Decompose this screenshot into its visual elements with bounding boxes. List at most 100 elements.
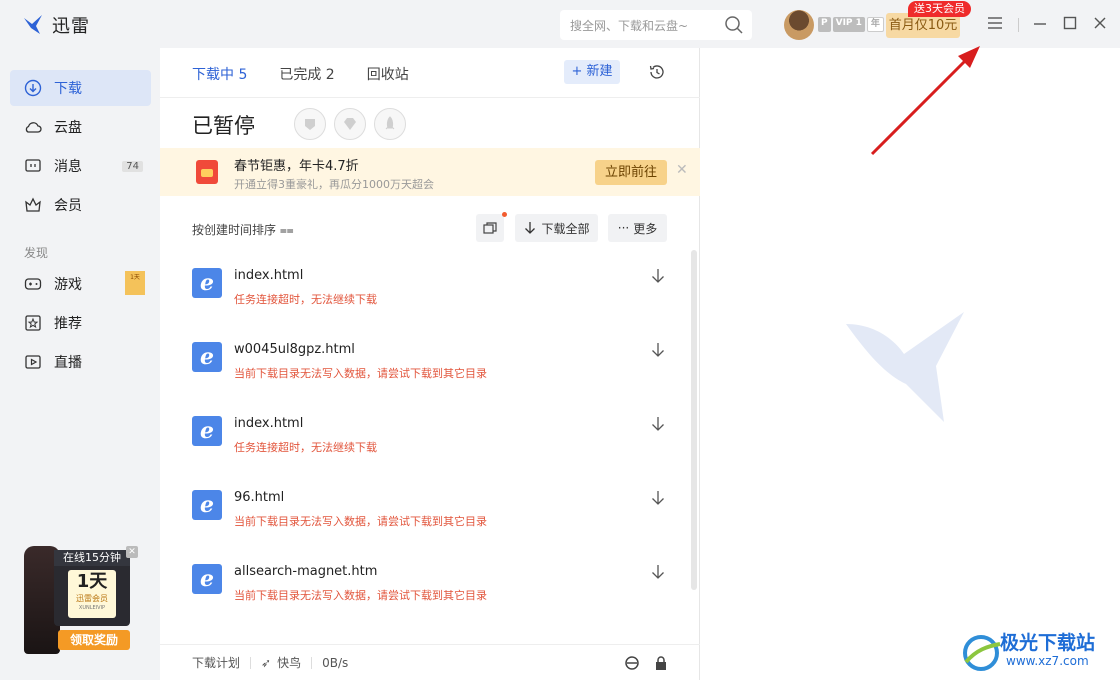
browser-ie-icon[interactable]: [624, 655, 640, 671]
sidebar-item-label: 游戏: [54, 277, 82, 293]
search-icon[interactable]: [724, 15, 744, 35]
file-name: allsearch-magnet.htm: [234, 564, 378, 579]
titlebar-divider: [1018, 18, 1019, 32]
error-message: 当前下载目录无法写入数据，请尝试下载到其它目录: [234, 589, 487, 602]
sidebar-item-label: 云盘: [54, 120, 82, 136]
vip-badge-year: 年: [866, 17, 884, 32]
ad-box: 在线15分钟 1天 迅雷会员 XUNLEIVIP: [54, 550, 130, 626]
list-scrollbar[interactable]: [691, 250, 697, 590]
tab-completed[interactable]: 已完成 2: [279, 64, 334, 84]
download-icon[interactable]: [650, 490, 666, 506]
game-promo-badge[interactable]: 1天: [125, 271, 145, 295]
watermark-logo-icon: [963, 635, 1001, 671]
message-icon: [25, 159, 41, 172]
sidebar-item-recommend[interactable]: 推荐: [10, 305, 151, 341]
download-all-label: 下载全部: [541, 221, 590, 236]
footer-tools: [624, 655, 668, 671]
tab-recycle-bin[interactable]: 回收站: [367, 64, 409, 84]
download-icon[interactable]: [650, 564, 666, 580]
download-icon[interactable]: [650, 342, 666, 358]
sidebar-item-cloud[interactable]: 云盘: [10, 109, 151, 145]
new-task-button[interactable]: + 新建: [564, 60, 620, 84]
ad-close-icon[interactable]: ✕: [126, 546, 138, 558]
error-message: 任务连接超时，无法继续下载: [234, 293, 377, 306]
promo-tag: 送3天会员: [908, 1, 971, 17]
site-watermark: 极光下载站 www.xz7.com: [960, 628, 1116, 676]
rocket-icon[interactable]: [374, 108, 406, 140]
download-icon: [24, 79, 42, 97]
sidebar-item-download[interactable]: 下载: [10, 70, 151, 106]
menu-icon[interactable]: [986, 14, 1004, 32]
banner-close-icon[interactable]: ✕: [676, 162, 688, 178]
live-icon: [25, 355, 41, 369]
sidebar-item-member[interactable]: 会员: [10, 187, 151, 223]
ie-file-icon: e: [192, 416, 222, 446]
minimize-icon[interactable]: [1032, 14, 1048, 32]
list-item[interactable]: e index.html 任务连接超时，无法继续下载: [160, 416, 690, 490]
sidebar-item-live[interactable]: 直播: [10, 344, 151, 380]
title-bar: 迅雷 搜全网、下载和云盘~ P VIP 1 年 首月仅10元 送3天会员: [0, 0, 1120, 48]
batch-select-button[interactable]: [476, 214, 504, 242]
download-icon[interactable]: [650, 416, 666, 432]
list-item[interactable]: e 96.html 当前下载目录无法写入数据，请尝试下载到其它目录: [160, 490, 690, 564]
error-message: 当前下载目录无法写入数据，请尝试下载到其它目录: [234, 367, 487, 380]
sort-icon: ⩵: [279, 223, 294, 237]
maximize-icon[interactable]: [1062, 14, 1078, 32]
ad-top-text: 在线15分钟: [54, 550, 130, 566]
download-all-button[interactable]: 下载全部: [515, 214, 598, 242]
vip-diamond-icon[interactable]: [334, 108, 366, 140]
banner-subtitle: 开通立得3重豪礼，再瓜分1000万天超会: [234, 178, 434, 191]
speed-mode-label[interactable]: 快鸟: [277, 654, 301, 671]
more-button[interactable]: ··· 更多: [608, 214, 667, 242]
app-logo: 迅雷: [22, 12, 90, 38]
ie-file-icon: e: [192, 564, 222, 594]
app-window: 迅雷 搜全网、下载和云盘~ P VIP 1 年 首月仅10元 送3天会员 下载 …: [0, 0, 1120, 680]
status-bar: 下载计划 ➶ 快鸟 0B/s: [160, 644, 700, 680]
watermark-text: 极光下载站: [1000, 632, 1096, 654]
download-icon[interactable]: [650, 268, 666, 284]
gamepad-icon: [24, 278, 42, 290]
tab-downloading[interactable]: 下载中 5: [192, 64, 247, 84]
red-arrow-annotation: [870, 46, 980, 156]
speedup-icons: [294, 108, 406, 140]
more-label: 更多: [633, 221, 658, 236]
search-input[interactable]: 搜全网、下载和云盘~: [560, 10, 752, 40]
cloud-icon: [25, 122, 42, 133]
sidebar-item-label: 直播: [54, 355, 82, 371]
gift-icon: [196, 160, 218, 184]
vip-badge-p: P: [818, 17, 831, 32]
discover-section-label: 发现: [24, 246, 49, 260]
banner-title: 春节钜惠，年卡4.7折: [234, 159, 359, 174]
sort-dropdown[interactable]: 按创建时间排序 ⩵: [192, 221, 294, 238]
crown-icon: [25, 197, 41, 212]
speed-mode-bird-icon: ➶: [261, 655, 272, 670]
app-name: 迅雷: [52, 16, 90, 37]
sort-label: 按创建时间排序: [192, 223, 277, 237]
xunlei-bird-watermark-icon: [846, 312, 964, 422]
banner-go-button[interactable]: 立即前往: [595, 160, 667, 185]
message-count-badge: 74: [122, 160, 143, 172]
batch-icon: [483, 222, 497, 234]
sidebar-item-games[interactable]: 游戏 1天: [10, 266, 151, 302]
claim-reward-button[interactable]: 领取奖励: [58, 630, 130, 650]
avatar[interactable]: [784, 10, 814, 40]
sidebar-item-label: 消息: [54, 159, 82, 175]
sidebar-ad-card[interactable]: 在线15分钟 1天 迅雷会员 XUNLEIVIP 领取奖励 ✕: [24, 546, 138, 656]
speedup-diamond-icon[interactable]: [294, 108, 326, 140]
error-message: 任务连接超时，无法继续下载: [234, 441, 377, 454]
download-arrow-icon: [525, 222, 536, 234]
footer-divider: [250, 656, 252, 669]
ie-file-icon: e: [192, 342, 222, 372]
watermark-url: www.xz7.com: [1006, 654, 1089, 668]
ad-reward-member: 迅雷会员: [76, 594, 108, 603]
sidebar-item-messages[interactable]: 消息 74: [10, 148, 151, 184]
history-icon[interactable]: [648, 63, 666, 81]
close-icon[interactable]: [1092, 14, 1108, 32]
lock-icon[interactable]: [654, 655, 668, 671]
download-plan-link[interactable]: 下载计划: [192, 654, 240, 671]
list-item[interactable]: e index.html 任务连接超时，无法继续下载: [160, 268, 690, 342]
ad-reward: 1天 迅雷会员 XUNLEIVIP: [68, 570, 116, 618]
list-item[interactable]: e allsearch-magnet.htm 当前下载目录无法写入数据，请尝试下…: [160, 564, 690, 638]
list-item[interactable]: e w0045ul8gpz.html 当前下载目录无法写入数据，请尝试下载到其它…: [160, 342, 690, 416]
download-list: e index.html 任务连接超时，无法继续下载 e w0045ul8gpz…: [160, 258, 690, 638]
